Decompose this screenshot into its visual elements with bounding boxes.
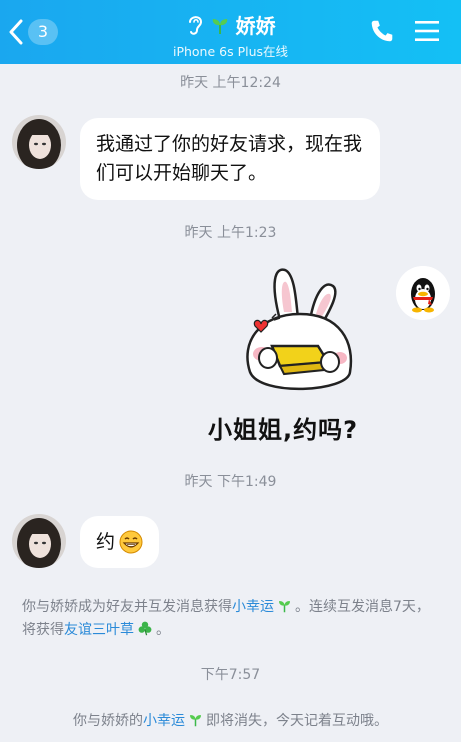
contact-name: 娇娇 — [235, 14, 276, 38]
sprout-icon — [190, 715, 201, 727]
message-text: 我通过了你的好友请求，现在我们可以开始聊天了。 — [96, 133, 363, 184]
timestamp: 下午7:57 — [200, 667, 261, 683]
lucky-link[interactable]: 小幸运 — [232, 599, 274, 615]
lucky-link[interactable]: 小幸运 — [143, 713, 185, 729]
qq-penguin-icon[interactable] — [396, 266, 450, 320]
phone-icon[interactable] — [369, 18, 395, 44]
sprout-icon — [212, 18, 227, 34]
bunny-sticker-image — [246, 268, 353, 391]
timestamp: 昨天 上午12:24 — [180, 75, 281, 91]
sticker-caption: 小姐姐,约吗? — [208, 416, 359, 444]
clover-link[interactable]: 友谊三叶草 — [64, 622, 134, 638]
ear-icon — [188, 15, 202, 35]
timestamp: 昨天 下午1:49 — [184, 474, 277, 490]
clover-icon — [138, 621, 152, 636]
system-notice: 你与娇娇的小幸运 即将消失，今天记着互动哦。 — [73, 713, 388, 729]
system-notice: 你与娇娇成为好友并互发消息获得小幸运 。连续互发消息7天，将获得友谊三叶草。 — [22, 599, 430, 638]
sprout-icon — [279, 601, 290, 613]
sticker-message[interactable]: 小姐姐,约吗? — [200, 262, 390, 447]
avatar[interactable] — [12, 115, 66, 169]
avatar[interactable] — [12, 514, 66, 568]
grin-emoji-icon — [119, 530, 143, 554]
message-bubble[interactable]: 约 — [80, 516, 160, 568]
chat-header: 3 娇娇 iPhone 6s Plus在线 — [0, 0, 461, 64]
message-text: 约 — [96, 530, 116, 553]
menu-icon[interactable] — [415, 20, 439, 42]
message-bubble[interactable]: 我通过了你的好友请求，现在我们可以开始聊天了。 — [80, 118, 380, 200]
timestamp: 昨天 上午1:23 — [184, 225, 277, 241]
